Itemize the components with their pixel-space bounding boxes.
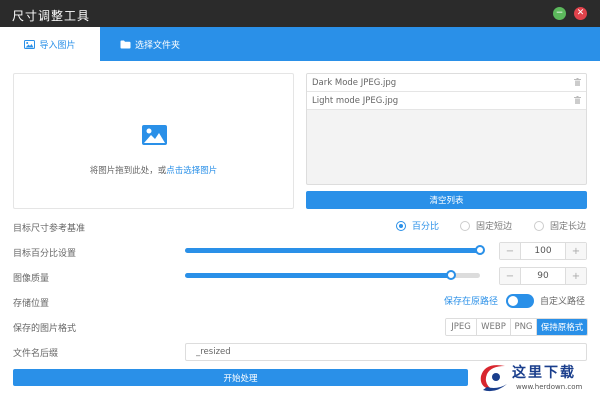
toggle-knob bbox=[508, 296, 518, 306]
tab-import-label: 导入图片 bbox=[39, 40, 76, 51]
radio-short-side-label: 固定短边 bbox=[476, 222, 513, 232]
storage-custom-option[interactable]: 自定义路径 bbox=[540, 294, 585, 307]
minimize-icon: − bbox=[555, 8, 564, 18]
clear-list-button[interactable]: 清空列表 bbox=[306, 191, 587, 209]
trash-icon[interactable] bbox=[574, 95, 581, 106]
storage-toggle[interactable] bbox=[506, 294, 534, 308]
radio-short-side[interactable]: 固定短边 bbox=[460, 219, 512, 232]
image-icon bbox=[24, 39, 36, 49]
slider-fill bbox=[185, 273, 451, 278]
file-list: Dark Mode JPEG.jpg Light mode JPEG.jpg bbox=[306, 73, 587, 185]
minimize-button[interactable]: − bbox=[553, 7, 566, 20]
storage-original-option[interactable]: 保存在原路径 bbox=[444, 294, 498, 307]
quality-stepper: − 90 + bbox=[499, 267, 587, 285]
radio-button[interactable] bbox=[460, 220, 470, 231]
quality-value[interactable]: 90 bbox=[520, 268, 566, 284]
trash-icon[interactable] bbox=[574, 77, 581, 88]
window-title: 尺寸调整工具 bbox=[12, 9, 91, 23]
suffix-label: 文件名后缀 bbox=[13, 349, 59, 359]
percent-label: 目标百分比设置 bbox=[13, 249, 77, 259]
decrement-button[interactable]: − bbox=[500, 243, 520, 259]
close-icon: ✕ bbox=[576, 8, 585, 18]
slider-fill bbox=[185, 248, 480, 253]
radio-button[interactable] bbox=[534, 220, 544, 231]
radio-percent[interactable]: 百分比 bbox=[396, 219, 439, 232]
quality-slider[interactable] bbox=[185, 270, 480, 280]
format-png-button[interactable]: PNG bbox=[511, 319, 537, 335]
percent-slider[interactable] bbox=[185, 245, 485, 255]
image-drop-zone[interactable]: 将图片拖到此处，或点击选择图片 bbox=[13, 73, 294, 209]
list-item[interactable]: Light mode JPEG.jpg bbox=[307, 92, 586, 110]
storage-label: 存储位置 bbox=[13, 299, 50, 309]
select-image-link[interactable]: 点击选择图片 bbox=[166, 166, 217, 176]
watermark-logo: 这里下载 www.herdown.com bbox=[470, 356, 600, 400]
format-segmented: JPEG WEBP PNG 保持原格式 bbox=[445, 318, 588, 336]
radio-long-side-label: 固定长边 bbox=[550, 222, 587, 232]
folder-icon bbox=[120, 40, 131, 48]
drop-hint: 将图片拖到此处，或点击选择图片 bbox=[14, 164, 293, 176]
decrement-button[interactable]: − bbox=[500, 268, 520, 284]
tab-folder-label: 选择文件夹 bbox=[135, 40, 181, 51]
increment-button[interactable]: + bbox=[566, 243, 586, 259]
watermark-text: 这里下载 bbox=[512, 365, 576, 381]
format-keep-original-button[interactable]: 保持原格式 bbox=[537, 319, 587, 335]
file-name: Dark Mode JPEG.jpg bbox=[312, 77, 397, 88]
list-item[interactable]: Dark Mode JPEG.jpg bbox=[307, 74, 586, 92]
close-button[interactable]: ✕ bbox=[574, 7, 587, 20]
format-label: 保存的图片格式 bbox=[13, 324, 77, 334]
percent-stepper: − 100 + bbox=[499, 242, 587, 260]
format-webp-button[interactable]: WEBP bbox=[477, 319, 511, 335]
format-jpeg-button[interactable]: JPEG bbox=[446, 319, 477, 335]
radio-button[interactable] bbox=[396, 220, 406, 231]
tab-import-images[interactable]: 导入图片 bbox=[0, 27, 100, 61]
target-basis-label: 目标尺寸参考基准 bbox=[13, 224, 86, 234]
file-name: Light mode JPEG.jpg bbox=[312, 95, 399, 106]
title-bar: 尺寸调整工具 − ✕ bbox=[0, 0, 600, 27]
percent-value[interactable]: 100 bbox=[520, 243, 566, 259]
image-icon bbox=[142, 125, 167, 145]
start-processing-button[interactable]: 开始处理 bbox=[13, 369, 468, 386]
increment-button[interactable]: + bbox=[566, 268, 586, 284]
drop-hint-text: 将图片拖到此处，或 bbox=[89, 166, 167, 176]
watermark-url: www.herdown.com bbox=[516, 383, 583, 391]
tab-select-folder[interactable]: 选择文件夹 bbox=[120, 27, 180, 61]
radio-long-side[interactable]: 固定长边 bbox=[534, 219, 586, 232]
quality-label: 图像质量 bbox=[13, 274, 50, 284]
slider-thumb[interactable] bbox=[475, 245, 485, 255]
radio-percent-label: 百分比 bbox=[412, 222, 440, 232]
slider-thumb[interactable] bbox=[445, 270, 456, 280]
watermark-icon bbox=[480, 365, 507, 392]
tab-bar: 导入图片 选择文件夹 bbox=[0, 27, 600, 61]
